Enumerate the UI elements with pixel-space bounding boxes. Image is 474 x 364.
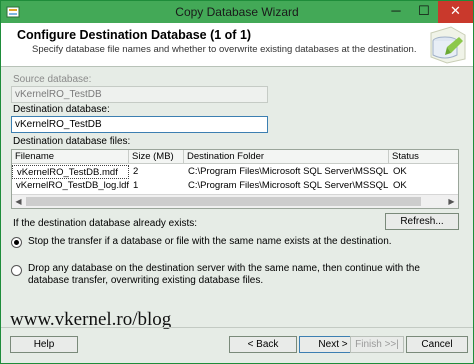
column-header-status[interactable]: Status [389,150,458,163]
cell-filename[interactable]: vKernelRO_TestDB_log.ldf [12,179,129,193]
finish-button: Finish >>| [350,336,404,353]
stop-transfer-radio[interactable] [11,237,22,248]
minimize-button[interactable]: ─ [382,1,410,23]
column-header-destination-folder[interactable]: Destination Folder [184,150,389,163]
title-bar[interactable]: Copy Database Wizard ─ ☐ ✕ [1,1,473,23]
cancel-button[interactable]: Cancel [406,336,468,353]
destination-database-input[interactable]: vKernelRO_TestDB [11,116,268,133]
maximize-button[interactable]: ☐ [410,1,438,23]
cell-size[interactable]: 1 [129,179,184,193]
wizard-database-icon [430,26,466,64]
grid-header: Filename Size (MB) Destination Folder St… [12,150,458,164]
next-button-label: Next > [318,339,348,350]
cell-destination-folder[interactable]: C:\Program Files\Microsoft SQL Server\MS… [184,165,389,179]
cell-destination-folder[interactable]: C:\Program Files\Microsoft SQL Server\MS… [184,179,389,193]
page-title: Configure Destination Database (1 of 1) [17,28,252,42]
column-header-filename[interactable]: Filename [12,150,129,163]
drop-database-radio[interactable] [11,265,22,276]
cell-size[interactable]: 2 [129,165,184,179]
exists-label: If the destination database already exis… [13,218,198,229]
scroll-left-icon[interactable]: ◀ [12,195,25,208]
help-button-label: Help [33,339,55,350]
source-database-field: vKernelRO_TestDB [11,86,268,103]
refresh-button-label: Refresh... [400,216,444,227]
finish-button-label: Finish >>| [355,339,399,350]
table-row[interactable]: vKernelRO_TestDB_log.ldf 1 C:\Program Fi… [12,179,458,193]
cancel-button-label: Cancel [421,339,453,350]
stop-transfer-label[interactable]: Stop the transfer if a database or file … [28,236,458,248]
page-subtitle: Specify database file names and whether … [32,44,417,55]
destination-files-label: Destination database files: [13,136,131,147]
drop-database-label[interactable]: Drop any database on the destination ser… [28,263,458,287]
scroll-right-icon[interactable]: ▶ [445,195,458,208]
destination-database-label: Destination database: [13,104,110,115]
back-button-label: < Back [247,339,279,350]
table-row[interactable]: vKernelRO_TestDB.mdf 2 C:\Program Files\… [12,165,458,179]
column-header-size[interactable]: Size (MB) [129,150,184,163]
cell-filename[interactable]: vKernelRO_TestDB.mdf [12,165,129,179]
source-database-label: Source database: [13,74,92,85]
wizard-window: Copy Database Wizard ─ ☐ ✕ Configure Des… [0,0,474,364]
back-button[interactable]: < Back [229,336,297,353]
destination-files-grid[interactable]: Filename Size (MB) Destination Folder St… [11,149,459,209]
horizontal-scrollbar[interactable]: ◀ ▶ [12,194,458,208]
cell-status: OK [393,166,407,177]
help-button[interactable]: Help [10,336,78,353]
cell-status: OK [393,180,407,191]
footer-divider [1,327,473,328]
refresh-button[interactable]: Refresh... [385,213,459,230]
close-button[interactable]: ✕ [438,1,473,23]
scrollbar-thumb[interactable] [26,197,421,206]
wizard-header: Configure Destination Database (1 of 1) … [1,23,473,67]
